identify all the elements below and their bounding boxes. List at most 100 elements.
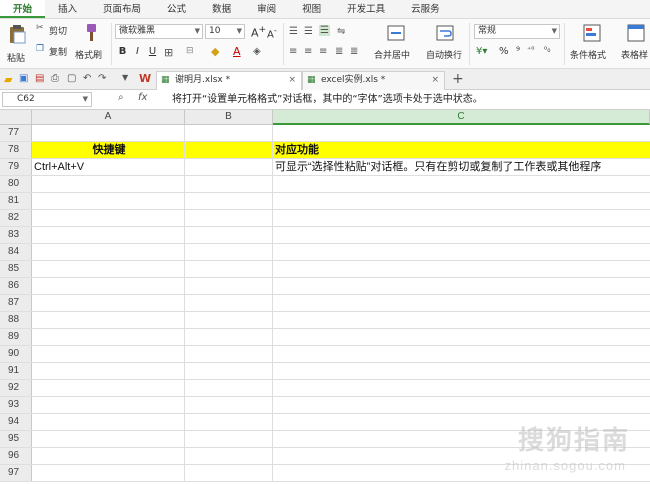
currency-icon[interactable]: ¥▾ [476,46,487,57]
cell-b[interactable] [185,397,273,413]
open-folder-icon[interactable]: ▰ [4,73,15,86]
cell-a[interactable] [32,295,185,311]
cell-a[interactable] [32,193,185,209]
font-name-select[interactable]: 微软雅黑 ▼ [115,24,203,39]
border-icon[interactable]: ⊞ [164,46,173,59]
cell-c[interactable] [273,210,650,226]
comma-style-button[interactable]: ⁹ [516,46,520,57]
row-header[interactable]: 91 [0,363,32,379]
cell-b[interactable] [185,295,273,311]
row-header[interactable]: 85 [0,261,32,277]
font-color-icon[interactable]: A [233,45,241,58]
cell-b[interactable] [185,227,273,243]
cell-a[interactable] [32,210,185,226]
merge-center-button[interactable]: 合并居中 [372,23,420,65]
tab-document-1[interactable]: ▦ 谢明月.xlsx * × [156,71,302,90]
cell-b[interactable] [185,380,273,396]
merge-cells-icon[interactable]: ⊟ [186,46,194,56]
row-header[interactable]: 88 [0,312,32,328]
cell-a[interactable] [32,414,185,430]
menu-tab-insert[interactable]: 插入 [45,0,90,18]
cell-b[interactable] [185,261,273,277]
font-size-select[interactable]: 10 ▼ [205,24,245,39]
number-format-select[interactable]: 常规 ▼ [474,24,560,39]
align-middle-icon[interactable]: ☰ [304,26,313,37]
justify-icon[interactable]: ≣ [335,46,343,57]
row-header[interactable]: 97 [0,465,32,481]
cell-b[interactable] [185,414,273,430]
copy-button[interactable]: ❐ 复制 [36,44,72,58]
cell-a[interactable] [32,363,185,379]
cell-b[interactable] [185,193,273,209]
cell-b[interactable] [185,363,273,379]
menu-tab-data[interactable]: 数据 [199,0,244,18]
menu-tab-review[interactable]: 审阅 [244,0,289,18]
cell-c[interactable] [273,329,650,345]
cell-b[interactable] [185,210,273,226]
align-center-icon[interactable]: ≡ [304,46,312,57]
chevron-down-icon[interactable]: ▼ [122,73,133,84]
cell-c[interactable] [273,227,650,243]
row-header[interactable]: 87 [0,295,32,311]
row-header[interactable]: 90 [0,346,32,362]
cell-a[interactable] [32,465,185,481]
menu-tab-cloud[interactable]: 云服务 [398,0,453,18]
cell-b[interactable] [185,278,273,294]
row-header[interactable]: 86 [0,278,32,294]
tab-document-2[interactable]: ▦ excel实例.xls * × [302,71,445,90]
close-icon[interactable]: × [288,72,296,89]
table-style-button[interactable]: 表格样 [619,23,650,65]
column-header-b[interactable]: B [185,110,273,125]
cell-a[interactable] [32,431,185,447]
cell-c[interactable] [273,261,650,277]
cell-a[interactable] [32,244,185,260]
cell-a[interactable] [32,227,185,243]
cell-b[interactable] [185,176,273,192]
align-top-icon[interactable]: ☰ [289,26,298,37]
cell-a[interactable] [32,346,185,362]
cell-c[interactable] [273,346,650,362]
menu-tab-page-layout[interactable]: 页面布局 [90,0,154,18]
percent-button[interactable]: % [499,46,509,57]
fill-color-icon[interactable]: ◆ [211,45,219,58]
row-header[interactable]: 83 [0,227,32,243]
menu-tab-home[interactable]: 开始 [0,0,46,18]
cell-b[interactable] [185,312,273,328]
cell-b[interactable] [185,329,273,345]
print-preview-icon[interactable]: ▢ [67,73,78,84]
cell-b[interactable] [185,431,273,447]
close-icon[interactable]: × [431,72,439,89]
cell-c[interactable] [273,312,650,328]
cell-b[interactable] [185,244,273,260]
menu-tab-view[interactable]: 视图 [289,0,334,18]
redo-icon[interactable]: ↷ [98,73,109,84]
column-header-a[interactable]: A [32,110,185,125]
row-header[interactable]: 79 [0,159,32,175]
zoom-search-icon[interactable]: ⌕ [118,92,124,103]
underline-button[interactable]: U [146,45,159,59]
select-all-corner[interactable] [0,110,32,125]
cell-a[interactable] [32,397,185,413]
cell-a[interactable] [32,448,185,464]
conditional-format-button[interactable]: 条件格式 [568,23,616,65]
cell-b[interactable] [185,346,273,362]
orientation-icon[interactable]: ⇋ [337,26,345,37]
undo-icon[interactable]: ↶ [83,73,94,84]
increase-decimal-icon[interactable]: ⁺⁰ [527,45,534,54]
row-header[interactable]: 77 [0,125,32,141]
row-header[interactable]: 95 [0,431,32,447]
cell-a[interactable]: Ctrl+Alt+V [32,159,185,175]
row-header[interactable]: 89 [0,329,32,345]
cell-a[interactable] [32,329,185,345]
align-left-icon[interactable]: ≡ [289,46,297,57]
shrink-font-icon[interactable]: A- [267,25,277,40]
row-header[interactable]: 81 [0,193,32,209]
cell-b[interactable] [185,125,273,141]
row-header[interactable]: 84 [0,244,32,260]
cell-b[interactable] [185,448,273,464]
cell-c[interactable] [273,295,650,311]
bold-button[interactable]: B [116,45,129,59]
wrap-text-button[interactable]: 自动换行 [424,23,466,65]
cell-c[interactable] [273,363,650,379]
export-pdf-icon[interactable]: ▤ [35,73,46,84]
